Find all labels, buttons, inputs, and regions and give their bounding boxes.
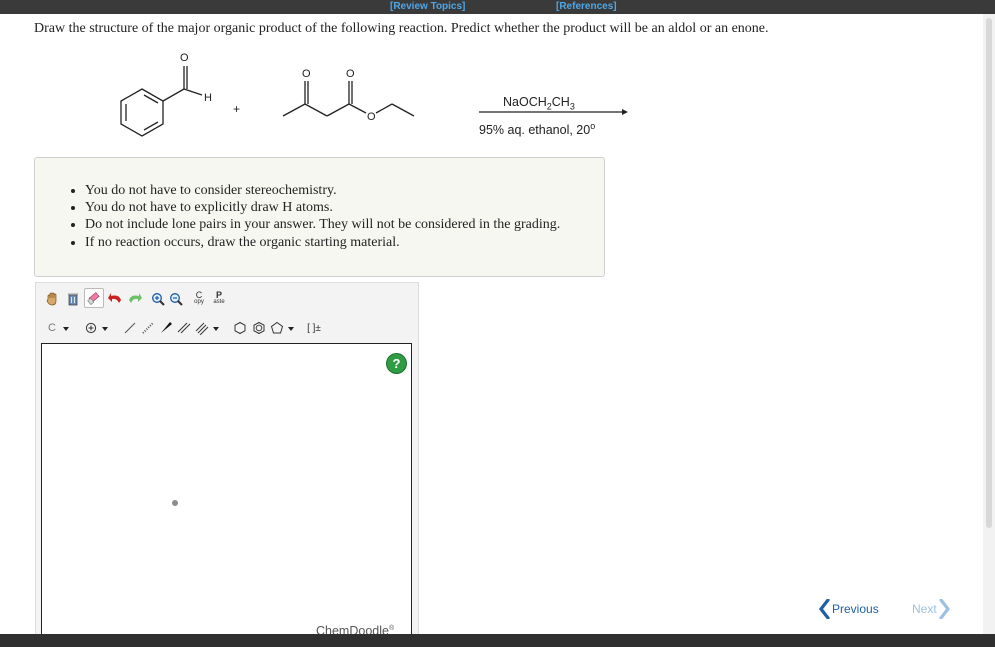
eraser-icon bbox=[87, 292, 100, 305]
hashed-bond-tool[interactable] bbox=[138, 318, 158, 338]
bracket-tool[interactable]: [ ]± bbox=[304, 318, 324, 338]
charge-tool[interactable] bbox=[81, 318, 101, 338]
next-label: Next bbox=[912, 602, 937, 616]
element-selector[interactable]: C bbox=[42, 318, 62, 338]
zoom-in-icon bbox=[152, 293, 165, 306]
instruction-item: If no reaction occurs, draw the organic … bbox=[85, 234, 560, 251]
single-bond-tool[interactable] bbox=[120, 318, 140, 338]
help-button[interactable]: ? bbox=[387, 354, 406, 373]
benzene-tool[interactable] bbox=[249, 318, 269, 338]
arrow-head bbox=[622, 109, 628, 115]
clear-tool[interactable] bbox=[63, 289, 83, 309]
redo-icon bbox=[128, 293, 142, 303]
charge-icon bbox=[85, 322, 97, 334]
copy-icon: Copy bbox=[194, 290, 204, 306]
paste-tool[interactable]: Paste bbox=[209, 289, 229, 309]
drawing-canvas[interactable]: ? ChemDoodle® bbox=[41, 343, 412, 643]
charge-dropdown-caret[interactable] bbox=[102, 327, 108, 331]
eraser-tool[interactable] bbox=[84, 288, 104, 308]
cyclohexane-icon bbox=[234, 321, 246, 335]
triple-bond-icon bbox=[195, 322, 209, 335]
double-bond-icon bbox=[177, 322, 191, 334]
reagent-above-arrow: NaOCH2CH3 bbox=[503, 95, 575, 112]
top-bar bbox=[0, 0, 995, 14]
cyclopentane-icon bbox=[270, 321, 284, 334]
cyclohexane-tool[interactable] bbox=[230, 318, 250, 338]
hand-tool[interactable] bbox=[42, 289, 62, 309]
page-scrollbar[interactable] bbox=[983, 14, 995, 634]
instructions-list: You do not have to consider stereochemis… bbox=[85, 182, 560, 251]
instruction-item: Do not include lone pairs in your answer… bbox=[85, 216, 560, 233]
plus-sign: + bbox=[233, 102, 240, 116]
atom-o1: O bbox=[180, 52, 189, 64]
benzaldehyde-structure bbox=[120, 66, 203, 137]
benzene-icon bbox=[253, 321, 265, 335]
bracket-icon: [ ]± bbox=[307, 322, 321, 334]
instruction-item: You do not have to consider stereochemis… bbox=[85, 182, 560, 199]
review-topics-link[interactable]: [Review Topics] bbox=[390, 0, 465, 13]
references-link[interactable]: [References] bbox=[556, 0, 617, 13]
hashed-bond-icon bbox=[142, 322, 154, 334]
double-bond-tool[interactable] bbox=[174, 318, 194, 338]
chevron-right-icon bbox=[939, 599, 950, 619]
bond-dropdown-caret[interactable] bbox=[213, 327, 219, 331]
canvas-cursor-dot bbox=[172, 500, 178, 506]
wedge-bond-icon bbox=[161, 322, 172, 333]
ethyl-acetoacetate-structure bbox=[282, 81, 415, 117]
wedge-bond-tool[interactable] bbox=[156, 318, 176, 338]
scrollbar-thumb[interactable] bbox=[986, 18, 992, 528]
hand-icon bbox=[46, 292, 57, 306]
copy-tool[interactable]: Copy bbox=[189, 289, 209, 309]
conditions-below-arrow: 95% aq. ethanol, 20o bbox=[479, 121, 596, 138]
previous-label: Previous bbox=[832, 602, 879, 616]
next-button[interactable]: Next bbox=[912, 598, 951, 620]
triple-bond-tool[interactable] bbox=[192, 318, 212, 338]
atom-h1: H bbox=[204, 92, 212, 104]
trash-icon bbox=[68, 293, 78, 306]
cyclopentane-tool[interactable] bbox=[267, 318, 287, 338]
chevron-left-icon bbox=[818, 599, 830, 619]
chemdoodle-editor: Copy Paste C [ ]± ? ChemDoodle® bbox=[35, 282, 419, 643]
undo-tool[interactable] bbox=[105, 289, 125, 309]
redo-tool[interactable] bbox=[124, 289, 144, 309]
atom-o2: O bbox=[302, 68, 311, 80]
bottom-bar bbox=[0, 634, 995, 647]
zoom-in-tool[interactable] bbox=[148, 289, 168, 309]
paste-icon: Paste bbox=[213, 290, 225, 306]
previous-button[interactable]: Previous bbox=[818, 598, 879, 620]
instruction-item: You do not have to explicitly draw H ato… bbox=[85, 199, 560, 216]
instructions-box: You do not have to consider stereochemis… bbox=[34, 157, 605, 277]
element-icon: C bbox=[48, 322, 56, 334]
ring-dropdown-caret[interactable] bbox=[288, 327, 294, 331]
single-bond-icon bbox=[124, 322, 136, 334]
zoom-out-icon bbox=[170, 293, 183, 306]
zoom-out-tool[interactable] bbox=[166, 289, 186, 309]
question-text: Draw the structure of the major organic … bbox=[34, 21, 769, 36]
element-dropdown-caret[interactable] bbox=[63, 327, 69, 331]
atom-o4: O bbox=[367, 111, 376, 123]
atom-o3: O bbox=[346, 68, 355, 80]
undo-icon bbox=[107, 293, 121, 303]
